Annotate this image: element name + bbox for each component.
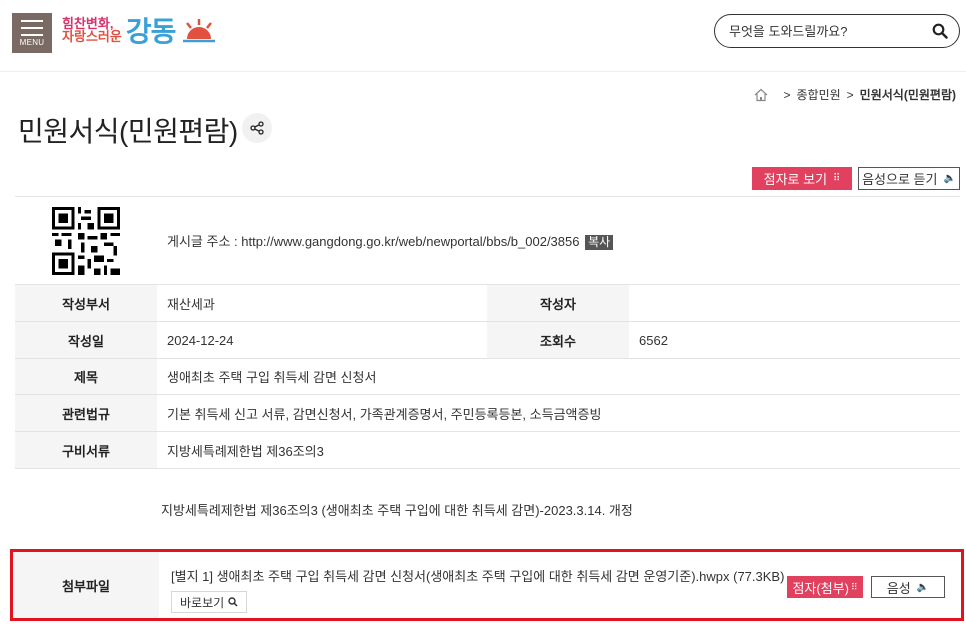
qr-code-cell [15, 196, 157, 285]
magnifier-icon [228, 597, 238, 607]
post-info-table: 게시글 주소 : http://www.gangdong.go.kr/web/n… [15, 196, 960, 551]
listen-voice-button[interactable]: 음성으로 듣기 🔈 [858, 167, 960, 190]
table-row: 작성부서 재산세과 작성자 [15, 284, 960, 322]
home-icon[interactable] [753, 87, 769, 103]
braille-icon: ⠿ [833, 173, 841, 184]
preview-label: 바로보기 [180, 595, 225, 610]
logo-slogan: 힘찬변화, 자랑스러운 [62, 17, 122, 43]
table-row: 구비서류 지방세특례제한법 제36조의3 [15, 431, 960, 469]
share-button[interactable] [242, 113, 272, 143]
subject-label: 제목 [15, 358, 157, 395]
breadcrumb-separator: > [783, 87, 791, 102]
department-value: 재산세과 [157, 284, 487, 322]
search-icon[interactable] [931, 22, 949, 40]
braille-icon: ⠿ [850, 581, 858, 592]
menu-label: MENU [19, 37, 45, 47]
page-title: 민원서식(민원편람) [18, 116, 238, 147]
views-label: 조회수 [487, 321, 629, 359]
logo-sun-icon [183, 19, 216, 43]
date-value: 2024-12-24 [157, 321, 487, 359]
attachment-braille-button[interactable]: 점자(첨부) ⠿ [787, 576, 863, 598]
qr-code-icon [52, 206, 120, 275]
views-value: 6562 [629, 321, 960, 359]
search-box [714, 14, 960, 48]
copy-address-button[interactable]: 복사 [585, 235, 614, 250]
table-row: 지방세특례제한법 제36조의3 (생애최초 주택 구입에 대한 취득세 감면)-… [15, 468, 960, 551]
attachment-label: 첨부파일 [13, 552, 159, 618]
speaker-icon: 🔈 [916, 581, 930, 593]
law-label: 관련법규 [15, 394, 157, 432]
menu-button[interactable]: MENU [12, 13, 52, 53]
search-input[interactable] [729, 23, 931, 39]
table-row: 작성일 2024-12-24 조회수 6562 [15, 321, 960, 359]
post-description: 지방세특례제한법 제36조의3 (생애최초 주택 구입에 대한 취득세 감면)-… [15, 468, 960, 551]
site-header: MENU 힘찬변화, 자랑스러운 강동 [0, 0, 966, 72]
breadcrumb: > 종합민원 > 민원서식(민원편람) [753, 86, 956, 103]
speaker-icon: 🔈 [943, 173, 956, 184]
breadcrumb-separator: > [846, 87, 854, 102]
breadcrumb-item-complaint[interactable]: 종합민원 [796, 86, 840, 103]
docs-value: 지방세특례제한법 제36조의3 [157, 431, 960, 469]
table-row: 게시글 주소 : http://www.gangdong.go.kr/web/n… [15, 196, 960, 285]
logo-wordmark: 강동 [125, 16, 177, 47]
attachment-voice-label: 음성 [886, 580, 911, 596]
site-logo[interactable]: 힘찬변화, 자랑스러운 강동 [62, 10, 217, 50]
listen-voice-label: 음성으로 듣기 [862, 172, 938, 187]
attachment-section: 첨부파일 [별지 1] 생애최초 주택 구입 취득세 감면 신청서(생애최초 주… [10, 549, 964, 621]
attachment-body: [별지 1] 생애최초 주택 구입 취득세 감면 신청서(생애최초 주택 구입에… [159, 552, 961, 618]
braille-view-label: 점자로 보기 [763, 172, 828, 187]
department-label: 작성부서 [15, 284, 157, 322]
law-value: 기본 취득세 신고 서류, 감면신청서, 가족관계증명서, 주민등록등본, 소득… [157, 394, 960, 432]
post-address: 게시글 주소 : http://www.gangdong.go.kr/web/n… [167, 234, 580, 249]
author-value [629, 284, 960, 322]
docs-label: 구비서류 [15, 431, 157, 469]
share-icon [250, 121, 264, 135]
braille-view-button[interactable]: 점자로 보기 ⠿ [752, 167, 852, 190]
post-address-cell: 게시글 주소 : http://www.gangdong.go.kr/web/n… [157, 196, 960, 285]
menu-icon [21, 19, 43, 36]
attachment-braille-label: 점자(첨부) [792, 580, 849, 596]
logo-slogan-line2: 자랑스러운 [62, 29, 122, 44]
table-row: 관련법규 기본 취득세 신고 서류, 감면신청서, 가족관계증명서, 주민등록등… [15, 394, 960, 432]
subject-value: 생애최초 주택 구입 취득세 감면 신청서 [157, 358, 960, 395]
date-label: 작성일 [15, 321, 157, 359]
table-row: 제목 생애최초 주택 구입 취득세 감면 신청서 [15, 358, 960, 395]
preview-button[interactable]: 바로보기 [171, 591, 248, 613]
breadcrumb-item-current: 민원서식(민원편람) [859, 88, 956, 102]
author-label: 작성자 [487, 284, 629, 322]
attachment-voice-button[interactable]: 음성 🔈 [871, 576, 945, 598]
